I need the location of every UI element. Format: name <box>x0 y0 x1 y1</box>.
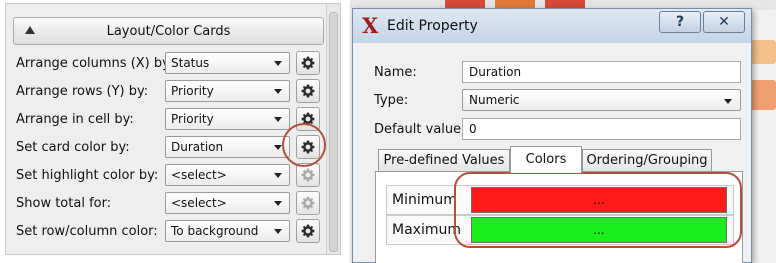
highlight-color-select[interactable]: <select> <box>165 164 290 186</box>
highlight-color-value: <select> <box>171 168 227 182</box>
arrange-columns-label: Arrange columns (X) by: <box>16 56 174 71</box>
close-button[interactable]: ✕ <box>703 11 745 33</box>
arrange-in-cell-select[interactable]: Priority <box>165 108 290 130</box>
layout-color-cards-header[interactable]: Layout/Color Cards <box>13 17 324 45</box>
row-column-color-label: Set row/column color: <box>16 224 158 239</box>
card-color-row: Set card color by: Duration <box>16 135 326 160</box>
gear-icon <box>301 224 315 238</box>
chevron-down-icon <box>274 117 282 122</box>
default-value-input[interactable]: 0 <box>462 118 741 140</box>
show-total-label: Show total for: <box>16 196 112 211</box>
dialog-titlebar[interactable]: X Edit Property ? ✕ <box>353 9 751 43</box>
default-value-label: Default value: <box>374 122 466 137</box>
tab-ordering-grouping[interactable]: Ordering/Grouping <box>582 149 712 172</box>
name-label: Name: <box>374 65 417 80</box>
type-select[interactable]: Numeric <box>462 89 741 111</box>
gear-icon <box>301 84 315 98</box>
row-column-color-row: Set row/column color: To background <box>16 219 326 244</box>
show-total-value: <select> <box>171 196 227 210</box>
chevron-down-icon <box>274 229 282 234</box>
chevron-down-icon <box>274 89 282 94</box>
show-total-select[interactable]: <select> <box>165 192 290 214</box>
arrange-in-cell-label: Arrange in cell by: <box>16 112 134 127</box>
arrange-columns-select[interactable]: Status <box>165 52 290 74</box>
annotation-circle <box>282 123 326 167</box>
chevron-down-icon <box>274 201 282 206</box>
type-label: Type: <box>374 93 409 108</box>
arrange-rows-value: Priority <box>171 84 214 98</box>
board-card <box>750 80 776 110</box>
name-input[interactable]: Duration <box>462 61 741 83</box>
arrange-rows-settings-button[interactable] <box>296 79 320 103</box>
dialog-title: Edit Property <box>387 18 478 34</box>
tab-colors[interactable]: Colors <box>510 146 582 173</box>
arrange-rows-select[interactable]: Priority <box>165 80 290 102</box>
section-title: Layout/Color Cards <box>106 23 231 39</box>
arrange-columns-settings-button[interactable] <box>296 51 320 75</box>
arrange-columns-value: Status <box>171 56 210 70</box>
show-total-row: Show total for: <select> <box>16 191 326 216</box>
tab-pre-defined-values[interactable]: Pre-defined Values <box>378 149 510 172</box>
arrange-columns-row: Arrange columns (X) by: Status <box>16 51 326 76</box>
arrange-in-cell-row: Arrange in cell by: Priority <box>16 107 326 132</box>
chevron-down-icon <box>274 145 282 150</box>
layout-color-panel: Layout/Color Cards Arrange columns (X) b… <box>5 3 341 255</box>
chevron-down-icon <box>274 173 282 178</box>
card-color-value: Duration <box>171 140 224 154</box>
app-logo-icon: X <box>362 13 379 38</box>
arrange-rows-row: Arrange rows (Y) by: Priority <box>16 79 326 104</box>
gear-icon <box>301 56 315 70</box>
arrange-in-cell-value: Priority <box>171 112 214 126</box>
gear-icon <box>301 196 315 210</box>
row-column-color-settings-button[interactable] <box>296 219 320 243</box>
gear-icon <box>301 168 315 182</box>
board-card <box>750 40 776 64</box>
help-button[interactable]: ? <box>659 11 701 33</box>
scrollbar-thumb[interactable] <box>329 12 338 252</box>
highlight-color-label: Set highlight color by: <box>16 168 159 183</box>
collapse-arrow-icon <box>25 26 35 34</box>
row-column-color-value: To background <box>171 224 259 238</box>
maximum-label: Maximum <box>392 222 461 238</box>
type-value: Numeric <box>469 93 520 107</box>
minimum-label: Minimum <box>392 192 457 208</box>
card-color-select[interactable]: Duration <box>165 136 290 158</box>
chevron-down-icon <box>274 61 282 66</box>
row-column-color-select[interactable]: To background <box>165 220 290 242</box>
panel-scrollbar[interactable] <box>326 4 340 254</box>
card-color-label: Set card color by: <box>16 140 130 155</box>
highlight-color-row: Set highlight color by: <select> <box>16 163 326 188</box>
show-total-settings-button[interactable] <box>296 191 320 215</box>
arrange-rows-label: Arrange rows (Y) by: <box>16 84 149 99</box>
annotation-highlight <box>454 172 742 248</box>
chevron-down-icon <box>722 95 734 107</box>
